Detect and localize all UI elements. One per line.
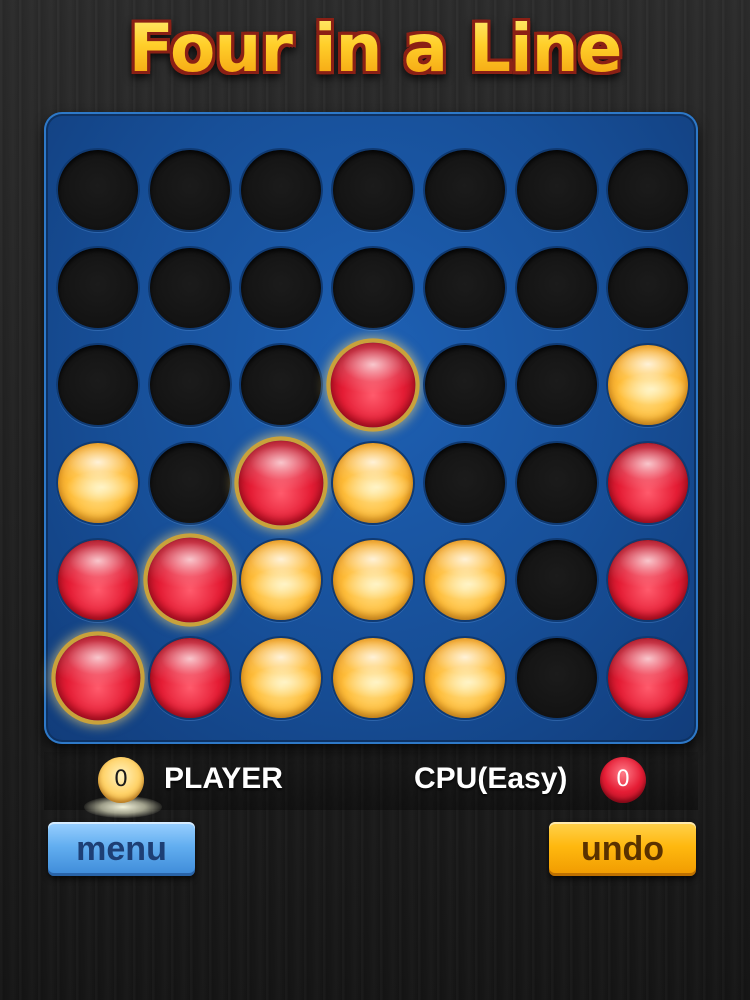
board-slot-r6-c3[interactable] [241, 638, 322, 718]
board-slot-r3-c5[interactable] [424, 345, 505, 426]
board-slot-r1-c2[interactable] [149, 150, 230, 230]
board-slot-r3-c6[interactable] [516, 345, 597, 426]
board-slot-r1-c4[interactable] [333, 150, 414, 230]
board-slot-r6-c5[interactable] [424, 638, 505, 718]
board-slot-r2-c7[interactable] [608, 247, 689, 328]
red-piece [238, 440, 324, 526]
red-piece [58, 540, 138, 621]
board-slot-r5-c1[interactable] [58, 540, 138, 621]
cpu-name-label: CPU(Easy) [414, 762, 568, 795]
board-slot-r4-c1[interactable] [58, 442, 138, 523]
red-piece [608, 540, 689, 621]
board-slot-r2-c3[interactable] [241, 247, 322, 328]
red-piece [55, 635, 141, 721]
yellow-piece [58, 442, 138, 523]
board-slot-r4-c7[interactable] [608, 442, 689, 523]
board-slot-r1-c1[interactable] [58, 150, 138, 230]
player-name-label: PLAYER [164, 762, 283, 795]
yellow-piece [333, 442, 414, 523]
yellow-piece [424, 638, 505, 718]
board-slot-r6-c1[interactable] [55, 635, 141, 721]
board-slot-r5-c3[interactable] [241, 540, 322, 621]
board-slot-r3-c2[interactable] [149, 345, 230, 426]
board-slot-r6-c2[interactable] [149, 638, 230, 718]
board-slot-r5-c4[interactable] [333, 540, 414, 621]
board-slot-r2-c5[interactable] [424, 247, 505, 328]
yellow-piece [424, 540, 505, 621]
board-slot-r5-c2[interactable] [147, 537, 233, 623]
board-slot-r2-c1[interactable] [58, 247, 138, 328]
board-slot-r1-c7[interactable] [608, 150, 689, 230]
yellow-piece [241, 540, 322, 621]
board-slot-r5-c5[interactable] [424, 540, 505, 621]
yellow-piece [333, 540, 414, 621]
board-slot-r1-c6[interactable] [516, 150, 597, 230]
board-slot-r3-c3[interactable] [241, 345, 322, 426]
yellow-piece [241, 638, 322, 718]
undo-button[interactable]: undo [549, 822, 696, 876]
board-slot-r4-c3[interactable] [238, 440, 324, 526]
board-slot-r3-c1[interactable] [58, 345, 138, 426]
red-piece [330, 342, 416, 428]
red-piece [149, 638, 230, 718]
game-title: Four in a Line [0, 10, 750, 87]
board-slot-r5-c7[interactable] [608, 540, 689, 621]
board-slot-r6-c4[interactable] [333, 638, 414, 718]
cpu-score-counter: 0 [600, 757, 646, 803]
board-slot-r4-c6[interactable] [516, 442, 597, 523]
board-slot-r3-c4[interactable] [330, 342, 416, 428]
yellow-piece [608, 345, 689, 426]
board-slot-r2-c2[interactable] [149, 247, 230, 328]
board-slot-r4-c4[interactable] [333, 442, 414, 523]
game-board[interactable] [44, 112, 698, 744]
board-slot-r3-c7[interactable] [608, 345, 689, 426]
board-slot-r1-c5[interactable] [424, 150, 505, 230]
board-slot-r4-c2[interactable] [149, 442, 230, 523]
board-slot-r6-c6[interactable] [516, 638, 597, 718]
yellow-piece [333, 638, 414, 718]
board-slot-r2-c6[interactable] [516, 247, 597, 328]
board-slot-r6-c7[interactable] [608, 638, 689, 718]
board-slot-r2-c4[interactable] [333, 247, 414, 328]
red-piece [147, 537, 233, 623]
board-slot-r5-c6[interactable] [516, 540, 597, 621]
red-piece [608, 442, 689, 523]
red-piece [608, 638, 689, 718]
board-slot-r1-c3[interactable] [241, 150, 322, 230]
board-slot-r4-c5[interactable] [424, 442, 505, 523]
menu-button[interactable]: menu [48, 822, 195, 876]
player-score-counter: 0 [98, 757, 144, 803]
